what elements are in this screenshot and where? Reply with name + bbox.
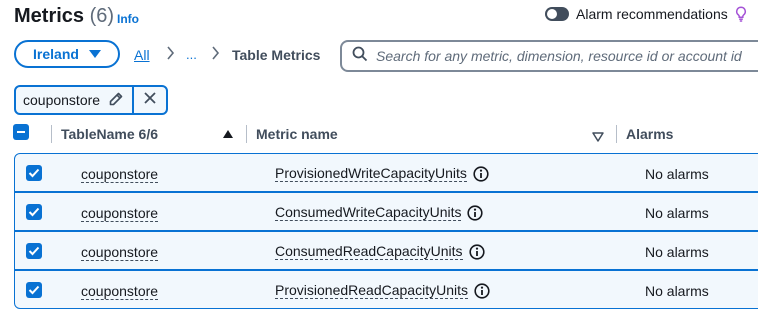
row-checkbox[interactable] bbox=[26, 165, 42, 181]
info-circle-icon[interactable] bbox=[467, 204, 484, 221]
cell-alarms: No alarms bbox=[645, 166, 709, 182]
sort-descending-icon[interactable] bbox=[592, 129, 604, 147]
cell-table-name: couponstore bbox=[81, 205, 159, 222]
caret-down-icon bbox=[88, 50, 101, 58]
region-label: Ireland bbox=[33, 46, 79, 62]
metric-name-text: ProvisionedWriteCapacityUnits bbox=[275, 165, 467, 182]
table-row[interactable]: couponstore ConsumedWriteCapacityUnits N… bbox=[14, 192, 758, 231]
checkmark-icon bbox=[28, 285, 40, 295]
filter-token-label: couponstore bbox=[23, 92, 101, 108]
filter-token: couponstore bbox=[14, 85, 169, 115]
chevron-right-icon bbox=[166, 46, 175, 63]
chevron-right-icon bbox=[211, 46, 220, 63]
info-circle-icon[interactable] bbox=[474, 282, 490, 299]
metric-name-text: ConsumedReadCapacityUnits bbox=[275, 243, 463, 260]
cell-table-name: couponstore bbox=[81, 166, 159, 183]
toggle-knob bbox=[547, 9, 557, 19]
cell-metric-name: ProvisionedWriteCapacityUnits bbox=[275, 165, 489, 182]
alarm-recommendations-toggle-group: Alarm recommendations bbox=[545, 6, 747, 22]
alarm-recommendations-toggle[interactable] bbox=[545, 7, 569, 21]
table-row[interactable]: couponstore ConsumedReadCapacityUnits No… bbox=[14, 231, 758, 270]
metric-name-text: ConsumedWriteCapacityUnits bbox=[275, 204, 462, 221]
cell-metric-name: ProvisionedReadCapacityUnits bbox=[275, 282, 490, 299]
cell-metric-name: ConsumedReadCapacityUnits bbox=[275, 243, 485, 260]
column-divider bbox=[51, 125, 52, 143]
cell-alarms: No alarms bbox=[645, 205, 709, 221]
breadcrumb-all-link[interactable]: All bbox=[134, 47, 150, 63]
alarm-recommendations-label: Alarm recommendations bbox=[576, 6, 728, 22]
column-header-table-name[interactable]: TableName 6/6 bbox=[61, 126, 158, 142]
page-title: Metrics (6) bbox=[14, 5, 114, 28]
column-divider bbox=[616, 125, 617, 143]
pencil-icon bbox=[108, 91, 124, 110]
column-header-metric-name[interactable]: Metric name bbox=[256, 126, 338, 142]
close-icon bbox=[143, 91, 157, 110]
cell-table-name: couponstore bbox=[81, 244, 159, 261]
checkmark-icon bbox=[28, 207, 40, 217]
filter-token-remove-button[interactable] bbox=[132, 87, 166, 113]
table-row[interactable]: couponstore ProvisionedReadCapacityUnits… bbox=[14, 270, 758, 309]
cell-metric-name: ConsumedWriteCapacityUnits bbox=[275, 204, 484, 221]
select-all-checkbox[interactable] bbox=[13, 124, 29, 140]
metric-name-text: ProvisionedReadCapacityUnits bbox=[275, 282, 468, 299]
row-checkbox[interactable] bbox=[26, 282, 42, 298]
checkmark-icon bbox=[28, 168, 40, 178]
region-selector-button[interactable]: Ireland bbox=[14, 40, 120, 68]
breadcrumb-ellipsis[interactable]: ... bbox=[186, 47, 197, 62]
checkmark-icon bbox=[28, 246, 40, 256]
info-circle-icon[interactable] bbox=[473, 165, 489, 182]
indeterminate-icon bbox=[17, 131, 25, 133]
metric-search-box bbox=[340, 40, 758, 72]
column-header-alarms[interactable]: Alarms bbox=[626, 126, 673, 142]
row-checkbox[interactable] bbox=[26, 204, 42, 220]
cell-alarms: No alarms bbox=[645, 283, 709, 299]
sort-ascending-icon[interactable] bbox=[223, 130, 233, 138]
search-icon bbox=[352, 46, 368, 67]
breadcrumb-current: Table Metrics bbox=[232, 47, 321, 63]
filter-token-edit[interactable]: couponstore bbox=[16, 87, 132, 113]
cell-table-name: couponstore bbox=[81, 283, 159, 300]
metric-search-input[interactable] bbox=[376, 48, 756, 64]
info-link[interactable]: Info bbox=[117, 12, 139, 26]
cell-alarms: No alarms bbox=[645, 244, 709, 260]
metric-count: (6) bbox=[89, 5, 115, 27]
column-divider bbox=[246, 125, 247, 143]
row-checkbox[interactable] bbox=[26, 243, 42, 259]
table-row[interactable]: couponstore ProvisionedWriteCapacityUnit… bbox=[14, 153, 758, 192]
info-circle-icon[interactable] bbox=[468, 243, 485, 260]
page-title-text: Metrics bbox=[14, 5, 85, 27]
lightbulb-icon bbox=[735, 6, 747, 22]
